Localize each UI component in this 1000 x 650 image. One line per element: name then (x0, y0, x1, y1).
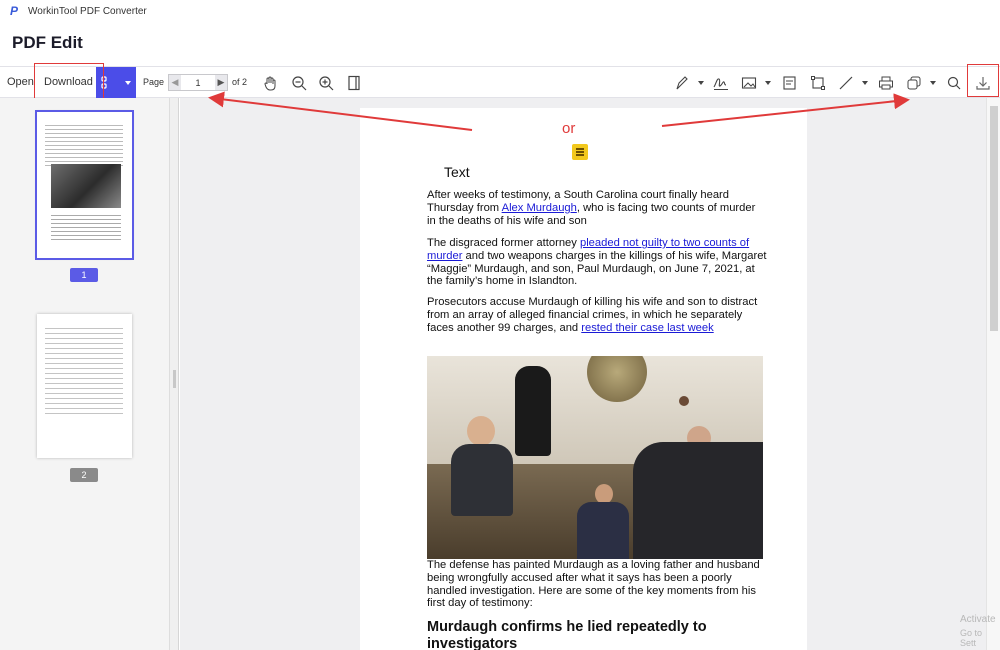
page-title: PDF Edit (12, 33, 83, 52)
thumbnail-text-block (51, 212, 121, 242)
pen-icon[interactable] (673, 74, 691, 92)
activate-watermark-line1: Activate (960, 614, 996, 625)
app-window: P WorkinTool PDF Converter PDF Edit Open… (0, 0, 1000, 650)
scrollbar-thumb[interactable] (990, 106, 998, 331)
rested-case-link[interactable]: rested their case last week (581, 322, 713, 334)
heading-text: Murdaugh confirms he lied repeatedly to … (427, 619, 707, 650)
app-title: WorkinTool PDF Converter (28, 5, 147, 17)
app-logo-icon: P (10, 4, 19, 18)
next-page-button[interactable]: ▶ (215, 75, 227, 90)
stamp-icon[interactable] (905, 74, 923, 92)
toolbar: Open Download Page ◀ 1 ▶ of 2 (0, 66, 1000, 98)
download-icon-highlight-box (967, 64, 999, 97)
page-thumbnail-2[interactable] (37, 314, 132, 458)
page-total: of 2 (232, 77, 248, 87)
paragraph-3: Prosecutors accuse Murdaugh of killing h… (427, 296, 767, 334)
image-icon[interactable] (740, 74, 758, 92)
paragraph-text: and two weapons charges in the killings … (427, 249, 767, 288)
download-highlight-box (34, 63, 104, 101)
paragraph-2: The disgraced former attorney pleaded no… (427, 237, 767, 288)
crop-icon[interactable] (809, 74, 827, 92)
page-thumbnail-1[interactable] (35, 110, 134, 260)
page-number-input[interactable]: 1 (181, 75, 215, 90)
page-number-badge[interactable]: 2 (70, 468, 98, 482)
zoom-out-icon[interactable] (290, 74, 308, 92)
thumbnail-sidebar: 1 2 (0, 98, 170, 650)
page-label: Page (143, 77, 165, 87)
line-dropdown-icon[interactable] (862, 81, 868, 85)
pen-dropdown-icon[interactable] (698, 81, 704, 85)
search-icon[interactable] (945, 74, 963, 92)
activate-watermark-line2: Go to Sett (960, 628, 983, 648)
paragraph-4: The defense has painted Murdaugh as a lo… (427, 559, 760, 610)
alex-murdaugh-link[interactable]: Alex Murdaugh (502, 202, 577, 214)
stamp-dropdown-icon[interactable] (930, 81, 936, 85)
page-navigator: ◀ 1 ▶ (168, 74, 228, 91)
line-icon[interactable] (837, 74, 855, 92)
thumbnail-text-block (45, 122, 123, 166)
zoom-in-icon[interactable] (317, 74, 335, 92)
comment-note-icon[interactable] (572, 144, 588, 160)
chevron-down-icon (125, 80, 131, 85)
signature-icon[interactable] (712, 74, 730, 92)
paragraph-1: After weeks of testimony, a South Caroli… (427, 189, 767, 227)
section-heading: Murdaugh confirms he lied repeatedly to … (427, 619, 767, 650)
sidebar-splitter[interactable] (169, 98, 179, 650)
form-icon[interactable] (781, 74, 799, 92)
paragraph-text: The disgraced former attorney (427, 237, 580, 249)
title-bar: P WorkinTool PDF Converter (0, 0, 1000, 22)
single-page-icon[interactable] (345, 74, 363, 92)
print-icon[interactable] (877, 74, 895, 92)
hand-icon[interactable] (261, 74, 279, 92)
thumbnail-photo (51, 164, 121, 208)
page-number-badge[interactable]: 1 (70, 268, 98, 282)
thumbnail-text-block (45, 324, 123, 414)
prev-page-button[interactable]: ◀ (169, 75, 181, 90)
text-label: Text (444, 164, 470, 180)
image-dropdown-icon[interactable] (765, 81, 771, 85)
courtroom-photo (427, 356, 763, 559)
vertical-scrollbar[interactable] (986, 98, 1000, 650)
open-button[interactable]: Open (7, 76, 34, 88)
or-annotation: or (562, 120, 576, 137)
splitter-handle[interactable] (173, 370, 176, 388)
